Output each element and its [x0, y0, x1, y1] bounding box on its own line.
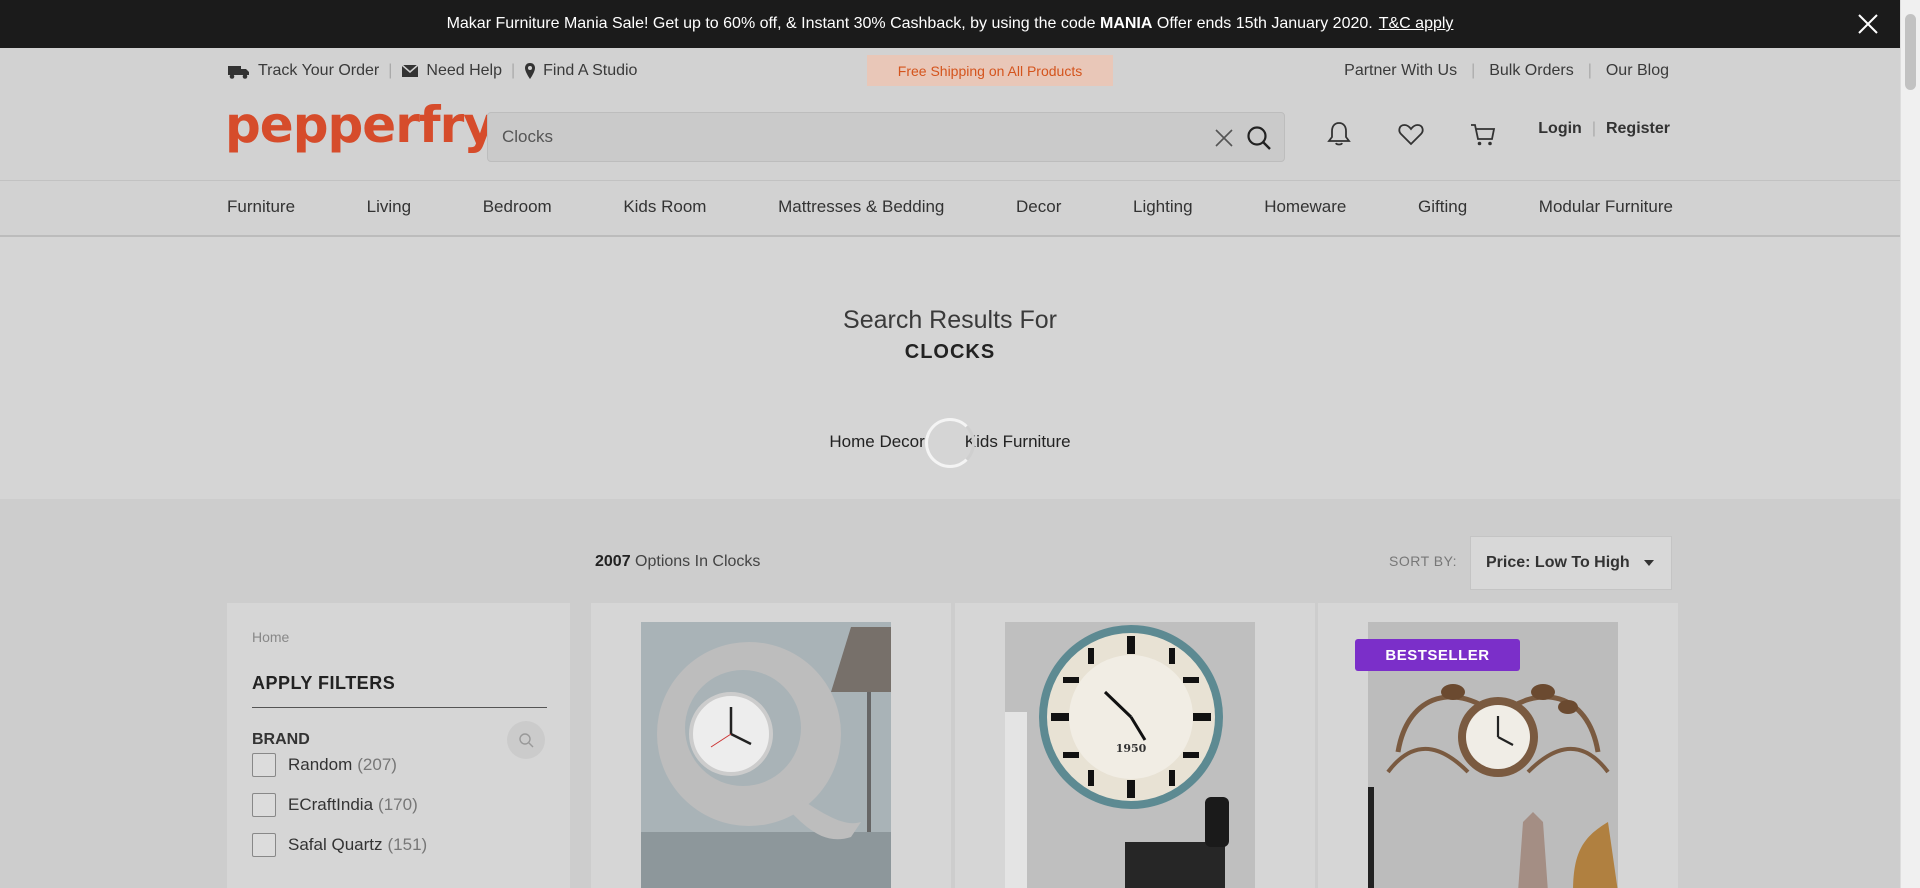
nav-item-lighting[interactable]: Lighting: [1133, 197, 1193, 217]
cart-icon[interactable]: [1469, 120, 1497, 148]
nav-item-gifting[interactable]: Gifting: [1418, 197, 1467, 217]
brand-option[interactable]: ECraftIndia (170): [252, 793, 418, 817]
sort-value: Price: Low To High: [1486, 554, 1630, 571]
site-logo[interactable]: pepperfry: [225, 100, 496, 150]
search-icon[interactable]: [1246, 125, 1272, 151]
utility-links-right: Partner With Us | Bulk Orders | Our Blog: [1344, 62, 1669, 80]
product-card[interactable]: 1950: [955, 603, 1315, 888]
brand-option[interactable]: Random (207): [252, 753, 397, 777]
search-icon: [519, 733, 534, 748]
promo-bar: Makar Furniture Mania Sale! Get up to 60…: [0, 0, 1900, 48]
brand-option[interactable]: Safal Quartz (151): [252, 833, 427, 857]
brand-filter-heading: BRAND: [252, 731, 310, 748]
checkbox[interactable]: [252, 753, 276, 777]
login-link[interactable]: Login: [1538, 120, 1582, 138]
heart-icon[interactable]: [1397, 120, 1425, 148]
blog-link[interactable]: Our Blog: [1606, 62, 1669, 80]
filter-panel: Home APPLY FILTERS BRAND Random (207) ECr…: [227, 603, 570, 888]
chip-kids-furniture[interactable]: Kids Furniture: [965, 432, 1071, 452]
truck-icon: [228, 66, 249, 79]
clear-search-icon[interactable]: [1214, 128, 1234, 148]
mail-icon: [401, 64, 419, 77]
filters-title: APPLY FILTERS: [252, 673, 396, 693]
product-listing: 2007 Options In Clocks SORT BY: Price: L…: [0, 499, 1900, 888]
breadcrumb-home[interactable]: Home: [252, 629, 289, 645]
nav-item-modular[interactable]: Modular Furniture: [1539, 197, 1673, 217]
close-icon[interactable]: [1856, 12, 1880, 36]
partner-link[interactable]: Partner With Us: [1344, 62, 1457, 80]
product-image[interactable]: 1950: [1005, 622, 1255, 888]
nav-item-mattresses[interactable]: Mattresses & Bedding: [778, 197, 944, 217]
divider: [252, 707, 547, 708]
product-image[interactable]: [641, 622, 891, 888]
caret-down-icon: [1643, 560, 1654, 566]
bulk-orders-link[interactable]: Bulk Orders: [1489, 62, 1573, 80]
page-scrollbar[interactable]: [1900, 0, 1920, 888]
results-heading: Search Results For: [843, 306, 1057, 334]
search-term: CLOCKS: [904, 341, 996, 363]
header-icons: [1325, 120, 1497, 148]
results-header: Search Results For CLOCKS Home Decor Kid…: [0, 237, 1900, 499]
product-card[interactable]: [591, 603, 951, 888]
brand-search-button[interactable]: [507, 721, 545, 759]
auth-links: Login | Register: [1538, 120, 1670, 138]
search-bar: [487, 112, 1285, 162]
checkbox[interactable]: [252, 793, 276, 817]
scrollbar-thumb[interactable]: [1905, 14, 1916, 90]
category-nav: Furniture Living Bedroom Kids Room Mattr…: [0, 180, 1900, 237]
tc-link[interactable]: T&C apply: [1379, 15, 1454, 33]
register-link[interactable]: Register: [1606, 120, 1670, 138]
checkbox[interactable]: [252, 833, 276, 857]
bestseller-badge: BESTSELLER: [1355, 639, 1520, 671]
sort-dropdown[interactable]: Price: Low To High: [1470, 536, 1672, 590]
promo-text: Makar Furniture Mania Sale! Get up to 60…: [446, 15, 1373, 32]
loading-spinner-icon: [925, 418, 975, 468]
track-order-link[interactable]: Track Your Order: [227, 62, 379, 80]
nav-item-kids-room[interactable]: Kids Room: [623, 197, 706, 217]
nav-item-decor[interactable]: Decor: [1016, 197, 1061, 217]
map-pin-icon: [525, 63, 536, 79]
clock-year-text: 1950: [1116, 742, 1147, 755]
sort-label: SORT BY:: [1389, 553, 1458, 569]
free-shipping-banner[interactable]: Free Shipping on All Products: [867, 55, 1113, 86]
result-count: 2007 Options In Clocks: [595, 553, 761, 570]
nav-item-living[interactable]: Living: [367, 197, 411, 217]
search-input[interactable]: [488, 127, 1188, 147]
need-help-link[interactable]: Need Help: [401, 62, 502, 80]
site-header: Track Your Order | Need Help | Find A St…: [0, 48, 1900, 237]
nav-item-bedroom[interactable]: Bedroom: [483, 197, 552, 217]
chip-home-decor[interactable]: Home Decor: [829, 432, 924, 452]
find-studio-link[interactable]: Find A Studio: [524, 62, 637, 80]
nav-item-homeware[interactable]: Homeware: [1264, 197, 1346, 217]
nav-item-furniture[interactable]: Furniture: [227, 197, 295, 217]
bell-icon[interactable]: [1325, 120, 1353, 148]
utility-links-left: Track Your Order | Need Help | Find A St…: [227, 62, 637, 80]
